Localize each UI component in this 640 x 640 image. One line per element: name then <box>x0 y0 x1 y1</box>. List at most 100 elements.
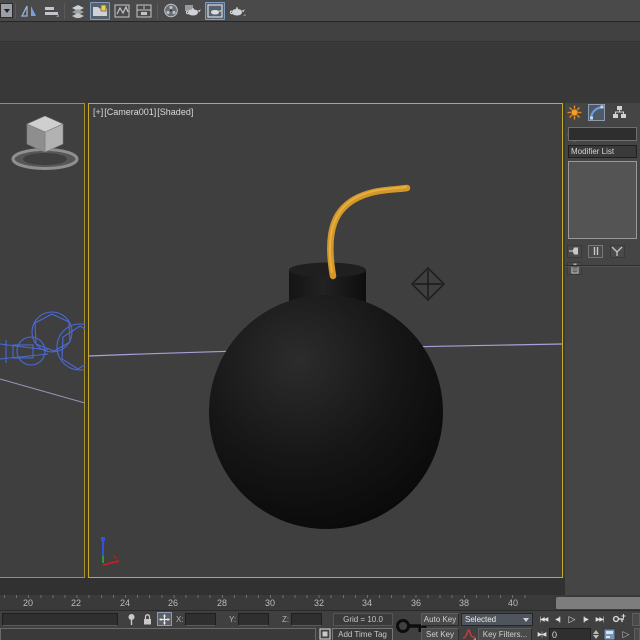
render-setup-teapot-icon <box>185 4 201 15</box>
curve-editor-button[interactable] <box>112 2 132 20</box>
auto-key-button[interactable]: Auto Key <box>421 613 459 626</box>
go-to-end-button[interactable]: ▶▶| <box>593 613 606 626</box>
modifier-stack-toolbar <box>567 243 639 275</box>
world-axis-tripod <box>101 537 120 566</box>
red-curve-icon <box>462 629 476 640</box>
chevron-down-icon <box>523 617 529 625</box>
ribbon-strip <box>0 22 640 42</box>
track-bar-ruler[interactable]: 20 22 24 26 28 30 32 34 36 38 40 <box>0 595 533 610</box>
hierarchy-icon <box>612 106 626 118</box>
time-slider-strip[interactable] <box>0 578 565 595</box>
layer-manager-button[interactable] <box>68 2 88 20</box>
object-name-field[interactable] <box>568 127 637 141</box>
workspace-empty-area <box>0 43 640 103</box>
align-button[interactable] <box>41 2 61 20</box>
play-button[interactable]: ▷ <box>565 613 578 626</box>
folder-icon <box>93 4 107 16</box>
go-to-start-button[interactable]: |◀◀ <box>537 613 550 626</box>
schematic-view-button[interactable] <box>134 2 154 20</box>
clipped-toolbar-button[interactable] <box>632 613 640 626</box>
y-coordinate-field[interactable] <box>238 613 269 626</box>
previous-frame-button[interactable]: ◀|| <box>551 613 564 626</box>
status-bar: X: Y: Z: Grid = 10.0 Auto Key Selected |… <box>0 610 640 640</box>
material-editor-button[interactable] <box>161 2 181 20</box>
ruler-number: 26 <box>167 598 179 608</box>
create-tab[interactable] <box>566 104 583 121</box>
teapot-frame-icon <box>207 3 223 18</box>
key-mode-toggle-button[interactable]: ▶|◀ <box>535 628 548 640</box>
render-production-button[interactable] <box>227 2 247 20</box>
make-unique-icon <box>611 246 623 256</box>
hierarchy-tab[interactable] <box>611 104 628 121</box>
ruler-number: 40 <box>507 598 519 608</box>
wireframe-objects <box>0 311 85 371</box>
modify-tab[interactable] <box>588 104 606 121</box>
viewport-label: [+] [Camera001] [Shaded] <box>93 107 193 117</box>
selection-lock-icon[interactable] <box>142 613 153 626</box>
key-filters-button[interactable]: Key Filters... <box>478 628 532 640</box>
x-coordinate-field[interactable] <box>185 613 216 626</box>
selection-set-dropdown[interactable] <box>0 3 13 18</box>
left-viewport-scene <box>0 115 85 404</box>
ruler-number: 38 <box>458 598 470 608</box>
panel-divider <box>565 265 640 267</box>
show-end-result-button[interactable] <box>588 244 604 258</box>
clipped-button[interactable] <box>634 628 640 640</box>
ruler-number: 30 <box>264 598 276 608</box>
render-setup-button[interactable] <box>183 2 203 20</box>
status-field <box>2 613 118 626</box>
pin-stack-button[interactable] <box>567 244 582 258</box>
main-toolbar <box>0 0 640 22</box>
remove-modifier-button[interactable] <box>567 262 582 275</box>
bomb-sphere <box>209 295 443 529</box>
z-coordinate-label: Z: <box>282 615 290 624</box>
toolbar-separator <box>157 2 158 19</box>
viewport-menu-pov[interactable]: [Camera001] <box>104 107 156 117</box>
toolbar-separator <box>15 2 16 19</box>
teapot-icon <box>229 6 246 16</box>
rendered-frame-window-button[interactable] <box>205 1 225 20</box>
set-key-button[interactable]: Set Key <box>421 628 459 640</box>
command-panel: Modifier List <box>565 103 640 595</box>
schematic-icon <box>136 4 152 17</box>
time-configuration-button[interactable] <box>603 628 616 640</box>
ruler-number: 22 <box>70 598 82 608</box>
camera-viewport[interactable]: [+] [Camera001] [Shaded] <box>88 103 563 578</box>
modifier-stack-list[interactable] <box>568 161 637 239</box>
default-tangent-button[interactable] <box>462 628 476 640</box>
mirror-button[interactable] <box>19 2 39 20</box>
current-frame-field[interactable] <box>549 628 591 640</box>
left-viewport[interactable] <box>0 103 85 578</box>
z-coordinate-field[interactable] <box>291 613 322 626</box>
forward-arrow-icon[interactable]: ▷ <box>619 628 632 640</box>
create-starburst-icon <box>567 105 582 120</box>
absolute-mode-toggle[interactable] <box>157 612 172 626</box>
prompt-line <box>0 628 316 640</box>
create-key-button[interactable] <box>612 613 626 626</box>
ruler-number: 28 <box>216 598 228 608</box>
key-plus-icon <box>612 614 626 623</box>
viewport-menu-shading[interactable]: [Shaded] <box>157 107 193 117</box>
viewcube-icon <box>11 115 79 170</box>
notification-window-icon[interactable] <box>319 628 331 640</box>
diamond-cursor-icon <box>411 267 445 301</box>
make-unique-button[interactable] <box>609 244 625 258</box>
grid-line <box>0 378 85 404</box>
layers-icon <box>72 4 84 18</box>
scene-explorer-button[interactable] <box>90 1 110 20</box>
time-config-icon <box>603 628 616 640</box>
ruler-number: 34 <box>361 598 373 608</box>
modifier-list-dropdown[interactable]: Modifier List <box>568 145 637 158</box>
next-frame-button[interactable]: ||▶ <box>579 613 592 626</box>
command-panel-tabs <box>565 103 640 142</box>
align-icon <box>45 6 59 17</box>
add-time-tag-button[interactable]: Add Time Tag <box>332 628 393 640</box>
selection-set-combo[interactable]: Selected <box>461 613 533 626</box>
isolate-pin-icon[interactable] <box>126 613 137 626</box>
viewport-menu-general[interactable]: [+] <box>93 107 103 117</box>
show-end-result-icon <box>593 247 599 255</box>
move-arrows-icon <box>159 613 170 625</box>
grid-size-display: Grid = 10.0 <box>333 613 393 626</box>
frame-spinner[interactable] <box>592 628 599 640</box>
ruler-number: 36 <box>410 598 422 608</box>
